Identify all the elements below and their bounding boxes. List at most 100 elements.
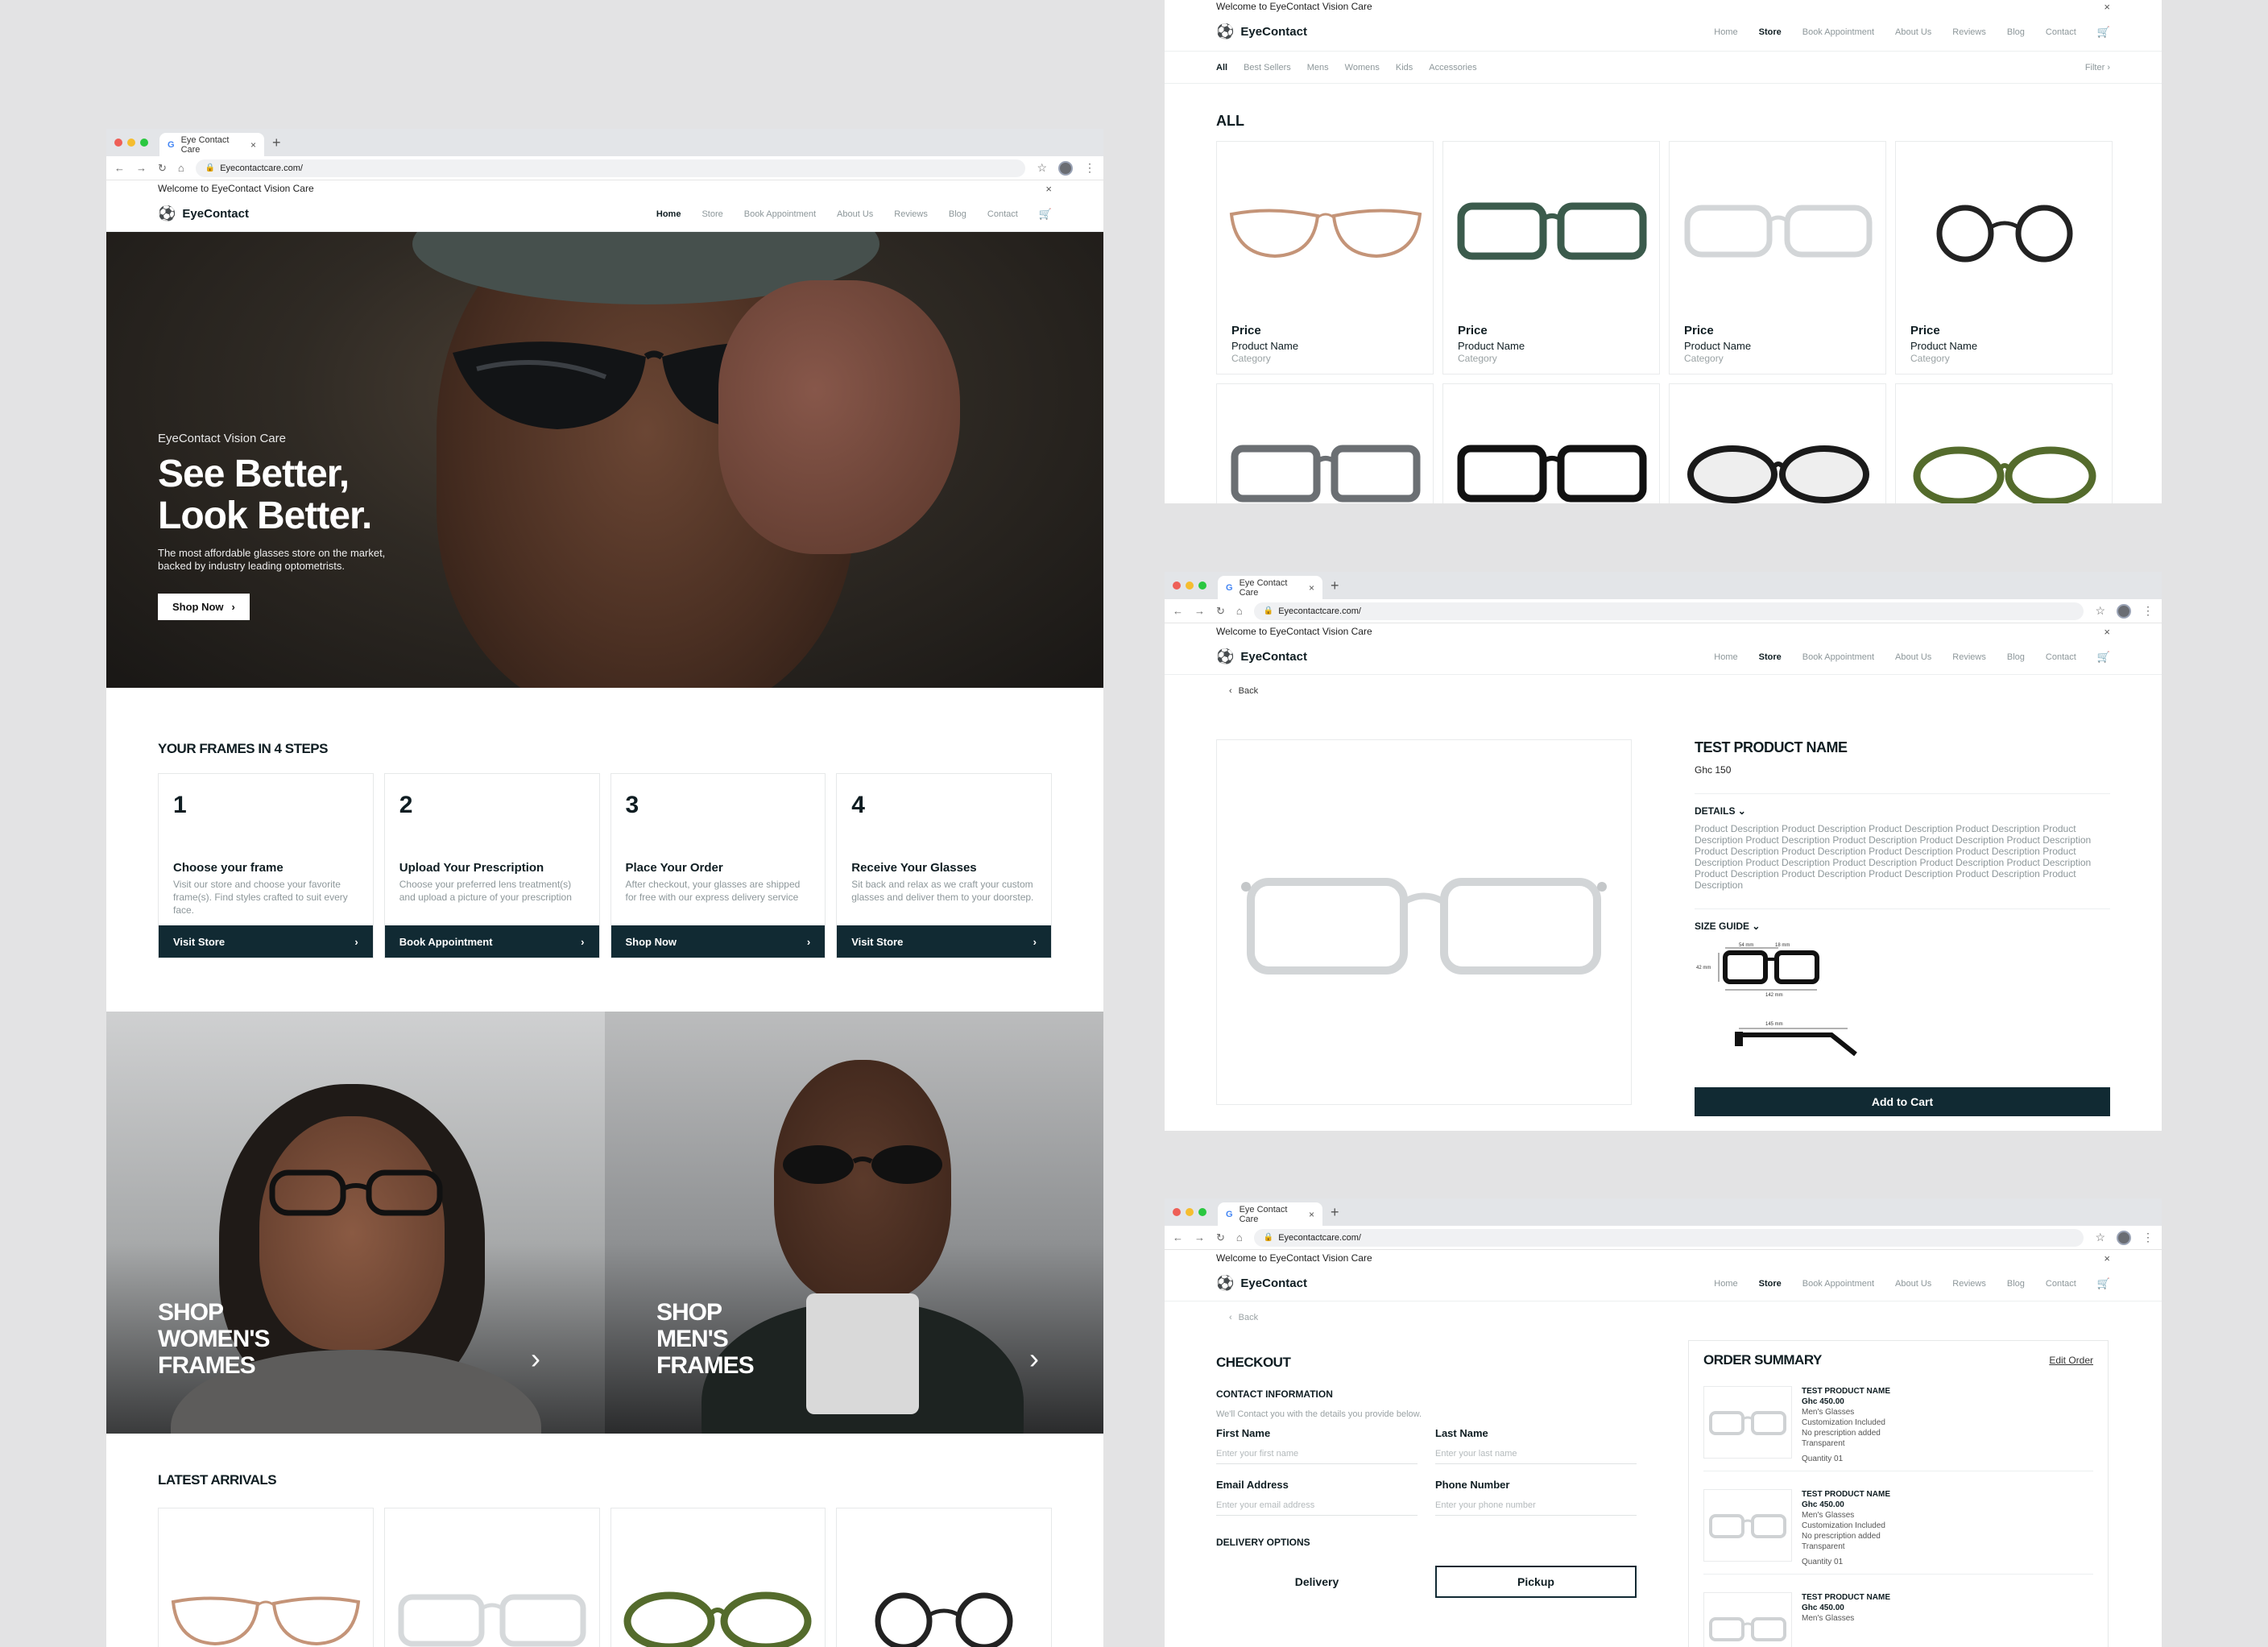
nav-reviews[interactable]: Reviews xyxy=(1952,652,1986,662)
product-card[interactable]: Price Product Name Category xyxy=(1895,141,2113,375)
product-card[interactable] xyxy=(1216,383,1434,503)
home-icon[interactable]: ⌂ xyxy=(1236,605,1243,617)
filter-accessories[interactable]: Accessories xyxy=(1429,63,1476,72)
product-card[interactable]: Price Product Name Category xyxy=(1442,141,1660,375)
nav-reviews[interactable]: Reviews xyxy=(1952,27,1986,37)
nav-store[interactable]: Store xyxy=(1759,1279,1782,1289)
maximize-window-button[interactable] xyxy=(140,139,148,147)
bookmark-star-icon[interactable]: ☆ xyxy=(2095,1231,2105,1244)
new-tab-button[interactable]: + xyxy=(272,134,281,151)
nav-blog[interactable]: Blog xyxy=(949,209,966,219)
visit-store-button[interactable]: Visit Store › xyxy=(837,925,1051,958)
maximize-window-button[interactable] xyxy=(1198,1208,1206,1216)
nav-about[interactable]: About Us xyxy=(1895,27,1931,37)
browser-tab[interactable]: G Eye Contact Care × xyxy=(1218,1202,1322,1226)
nav-book-appointment[interactable]: Book Appointment xyxy=(1802,27,1874,37)
minimize-window-button[interactable] xyxy=(127,139,135,147)
close-banner-icon[interactable]: × xyxy=(2104,1,2110,13)
maximize-window-button[interactable] xyxy=(1198,581,1206,590)
forward-arrow-icon[interactable]: → xyxy=(1194,1231,1205,1244)
url-field[interactable]: 🔒 Eyecontactcare.com/ xyxy=(1253,602,2084,620)
filter-mens[interactable]: Mens xyxy=(1307,63,1329,72)
nav-reviews[interactable]: Reviews xyxy=(894,209,928,219)
product-card[interactable] xyxy=(1669,383,1886,503)
brand[interactable]: ⚽ EyeContact xyxy=(1216,648,1307,665)
close-window-button[interactable] xyxy=(1173,581,1181,590)
nav-about[interactable]: About Us xyxy=(837,209,873,219)
nav-reviews[interactable]: Reviews xyxy=(1952,1279,1986,1289)
first-name-field[interactable]: Enter your first name xyxy=(1216,1439,1418,1464)
close-banner-icon[interactable]: × xyxy=(1045,183,1052,195)
phone-field[interactable]: Enter your phone number xyxy=(1435,1491,1637,1516)
back-link[interactable]: ‹ Back xyxy=(1165,1301,2162,1334)
profile-avatar[interactable] xyxy=(1058,160,1073,176)
nav-store[interactable]: Store xyxy=(702,209,722,219)
filter-womens[interactable]: Womens xyxy=(1345,63,1380,72)
product-card[interactable] xyxy=(158,1508,374,1647)
filter-kids[interactable]: Kids xyxy=(1396,63,1413,72)
pickup-option[interactable]: Pickup xyxy=(1435,1566,1637,1598)
reload-icon[interactable]: ↻ xyxy=(1216,605,1225,618)
forward-arrow-icon[interactable]: → xyxy=(1194,605,1205,617)
cart-icon[interactable]: 🛒 xyxy=(2097,1277,2110,1290)
nav-store[interactable]: Store xyxy=(1759,27,1782,37)
nav-book-appointment[interactable]: Book Appointment xyxy=(744,209,816,219)
nav-contact[interactable]: Contact xyxy=(2046,652,2076,662)
back-link[interactable]: ‹ Back xyxy=(1165,675,2162,707)
cart-icon[interactable]: 🛒 xyxy=(2097,651,2110,664)
close-window-button[interactable] xyxy=(1173,1208,1181,1216)
nav-store[interactable]: Store xyxy=(1759,652,1782,662)
home-icon[interactable]: ⌂ xyxy=(1236,1231,1243,1244)
close-banner-icon[interactable]: × xyxy=(2104,626,2110,638)
tab-close-icon[interactable]: × xyxy=(250,139,256,151)
nav-home[interactable]: Home xyxy=(656,209,681,219)
nav-contact[interactable]: Contact xyxy=(987,209,1018,219)
back-arrow-icon[interactable]: ← xyxy=(1173,1231,1183,1244)
reload-icon[interactable]: ↻ xyxy=(1216,1231,1225,1244)
new-tab-button[interactable]: + xyxy=(1331,577,1339,594)
filter-all[interactable]: All xyxy=(1216,63,1227,72)
nav-contact[interactable]: Contact xyxy=(2046,27,2076,37)
url-field[interactable]: 🔒 Eyecontactcare.com/ xyxy=(195,159,1026,177)
nav-blog[interactable]: Blog xyxy=(2007,1279,2025,1289)
email-field[interactable]: Enter your email address xyxy=(1216,1491,1418,1516)
close-banner-icon[interactable]: × xyxy=(2104,1252,2110,1264)
browser-tab[interactable]: G Eye Contact Care × xyxy=(159,133,264,156)
close-window-button[interactable] xyxy=(114,139,122,147)
back-arrow-icon[interactable]: ← xyxy=(1173,605,1183,617)
delivery-option[interactable]: Delivery xyxy=(1216,1566,1418,1598)
product-card[interactable] xyxy=(1442,383,1660,503)
nav-book-appointment[interactable]: Book Appointment xyxy=(1802,1279,1874,1289)
tab-close-icon[interactable]: × xyxy=(1309,582,1314,594)
brand[interactable]: ⚽ EyeContact xyxy=(158,205,249,222)
bookmark-star-icon[interactable]: ☆ xyxy=(2095,604,2105,618)
cart-icon[interactable]: 🛒 xyxy=(2097,26,2110,39)
browser-menu-icon[interactable]: ⋮ xyxy=(2142,1231,2154,1244)
book-appointment-button[interactable]: Book Appointment › xyxy=(384,925,599,958)
reload-icon[interactable]: ↻ xyxy=(158,162,167,175)
home-icon[interactable]: ⌂ xyxy=(178,162,184,174)
product-card[interactable]: Price Product Name Category xyxy=(1669,141,1886,375)
product-card[interactable] xyxy=(610,1508,826,1647)
browser-menu-icon[interactable]: ⋮ xyxy=(1084,161,1095,175)
nav-contact[interactable]: Contact xyxy=(2046,1279,2076,1289)
shop-now-step-button[interactable]: Shop Now › xyxy=(610,925,826,958)
bookmark-star-icon[interactable]: ☆ xyxy=(1037,161,1047,175)
url-field[interactable]: 🔒 Eyecontactcare.com/ xyxy=(1253,1228,2084,1247)
nav-blog[interactable]: Blog xyxy=(2007,652,2025,662)
add-to-cart-button[interactable]: Add to Cart xyxy=(1695,1087,2110,1116)
size-guide-toggle[interactable]: SIZE GUIDE ⌄ xyxy=(1695,921,2110,932)
profile-avatar[interactable] xyxy=(2117,1230,2131,1245)
forward-arrow-icon[interactable]: → xyxy=(136,162,147,174)
product-card[interactable] xyxy=(1895,383,2113,503)
nav-book-appointment[interactable]: Book Appointment xyxy=(1802,652,1874,662)
brand[interactable]: ⚽ EyeContact xyxy=(1216,23,1307,40)
product-card[interactable]: Price Product Name Category xyxy=(1216,141,1434,375)
details-toggle[interactable]: DETAILS ⌄ xyxy=(1695,805,2110,817)
nav-about[interactable]: About Us xyxy=(1895,652,1931,662)
brand[interactable]: ⚽ EyeContact xyxy=(1216,1275,1307,1292)
visit-store-button[interactable]: Visit Store › xyxy=(159,925,373,958)
product-card[interactable] xyxy=(836,1508,1052,1647)
filter-button[interactable]: Filter › xyxy=(2085,63,2110,72)
nav-about[interactable]: About Us xyxy=(1895,1279,1931,1289)
